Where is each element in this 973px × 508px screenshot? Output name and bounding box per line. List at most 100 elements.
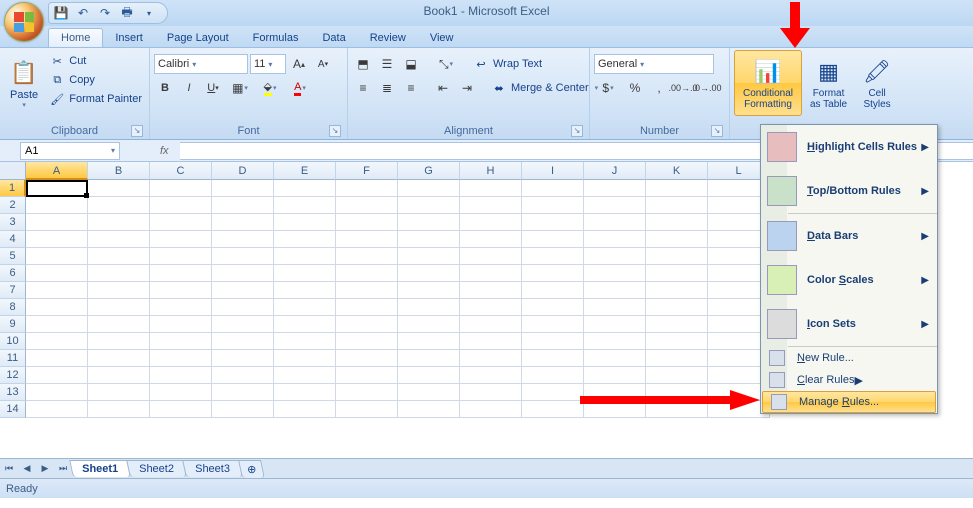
cell[interactable] xyxy=(398,231,460,248)
cell[interactable] xyxy=(150,248,212,265)
underline-button[interactable]: U▾ xyxy=(202,78,224,98)
increase-indent-button[interactable]: ⇥ xyxy=(456,78,478,98)
cell[interactable] xyxy=(398,214,460,231)
column-header[interactable]: F xyxy=(336,162,398,180)
copy-button[interactable]: ⧉Copy xyxy=(46,71,145,89)
number-format-combo[interactable]: General xyxy=(594,54,714,74)
font-launcher[interactable]: ↘ xyxy=(329,125,341,137)
cell[interactable] xyxy=(584,180,646,197)
font-color-button[interactable]: A xyxy=(286,78,314,98)
clipboard-launcher[interactable]: ↘ xyxy=(131,125,143,137)
cell[interactable] xyxy=(150,316,212,333)
cell[interactable] xyxy=(460,350,522,367)
cell[interactable] xyxy=(398,316,460,333)
cell[interactable] xyxy=(460,197,522,214)
cell[interactable] xyxy=(336,316,398,333)
cell[interactable] xyxy=(26,316,88,333)
cell[interactable] xyxy=(646,367,708,384)
cell[interactable] xyxy=(398,180,460,197)
decrease-decimal-button[interactable]: .0→.00 xyxy=(696,78,718,98)
cell[interactable] xyxy=(646,248,708,265)
wrap-text-button[interactable]: ↩Wrap Text xyxy=(470,55,545,73)
column-header[interactable]: A xyxy=(26,162,88,180)
cell[interactable] xyxy=(398,265,460,282)
cell[interactable] xyxy=(26,248,88,265)
comma-button[interactable]: , xyxy=(648,78,670,98)
cell[interactable] xyxy=(584,350,646,367)
cell[interactable] xyxy=(522,350,584,367)
cell[interactable] xyxy=(274,367,336,384)
cell[interactable] xyxy=(336,384,398,401)
cell[interactable] xyxy=(584,333,646,350)
cell[interactable] xyxy=(274,350,336,367)
cell[interactable] xyxy=(398,333,460,350)
shrink-font-button[interactable]: A▾ xyxy=(312,54,334,74)
sheet-tab-3[interactable]: Sheet3 xyxy=(182,460,242,477)
cell[interactable] xyxy=(212,248,274,265)
cell[interactable] xyxy=(274,231,336,248)
cf-menu-item[interactable]: Color Scales▶ xyxy=(761,258,937,302)
name-box[interactable]: A1 xyxy=(20,142,120,160)
cell[interactable] xyxy=(646,197,708,214)
cell[interactable] xyxy=(646,316,708,333)
sheet-tab-2[interactable]: Sheet2 xyxy=(126,460,186,477)
cell[interactable] xyxy=(150,384,212,401)
cell[interactable] xyxy=(88,282,150,299)
cell[interactable] xyxy=(460,384,522,401)
cell[interactable] xyxy=(336,367,398,384)
cell[interactable] xyxy=(522,299,584,316)
row-header[interactable]: 7 xyxy=(0,282,26,299)
conditional-formatting-button[interactable]: 📊 Conditional Formatting xyxy=(734,50,802,116)
cell[interactable] xyxy=(274,333,336,350)
cf-menu-item[interactable]: Clear Rules▶ xyxy=(761,369,937,391)
cell[interactable] xyxy=(26,265,88,282)
cell[interactable] xyxy=(398,299,460,316)
font-size-combo[interactable]: 11 xyxy=(250,54,286,74)
cell[interactable] xyxy=(460,180,522,197)
alignment-launcher[interactable]: ↘ xyxy=(571,125,583,137)
sheet-tab-new[interactable]: ⊕ xyxy=(238,460,265,478)
number-launcher[interactable]: ↘ xyxy=(711,125,723,137)
cell[interactable] xyxy=(460,316,522,333)
cell[interactable] xyxy=(646,231,708,248)
row-header[interactable]: 2 xyxy=(0,197,26,214)
cell[interactable] xyxy=(336,248,398,265)
cf-menu-item[interactable]: Top/Bottom Rules▶ xyxy=(761,169,937,213)
cf-menu-item[interactable]: Data Bars▶ xyxy=(761,214,937,258)
column-header[interactable]: D xyxy=(212,162,274,180)
column-header[interactable]: J xyxy=(584,162,646,180)
cell[interactable] xyxy=(26,214,88,231)
align-top-button[interactable]: ⬒ xyxy=(352,54,374,74)
cell[interactable] xyxy=(398,248,460,265)
cell[interactable] xyxy=(150,299,212,316)
cell[interactable] xyxy=(150,401,212,418)
sheet-tab-1[interactable]: Sheet1 xyxy=(69,460,131,477)
cell[interactable] xyxy=(522,401,584,418)
cell[interactable] xyxy=(398,197,460,214)
cell[interactable] xyxy=(212,180,274,197)
cell[interactable] xyxy=(274,214,336,231)
row-header[interactable]: 1 xyxy=(0,180,26,197)
cell[interactable] xyxy=(460,333,522,350)
cell[interactable] xyxy=(274,265,336,282)
cell[interactable] xyxy=(212,401,274,418)
row-header[interactable]: 12 xyxy=(0,367,26,384)
cell[interactable] xyxy=(522,384,584,401)
undo-icon[interactable]: ↶ xyxy=(75,5,91,21)
cell[interactable] xyxy=(336,333,398,350)
cell[interactable] xyxy=(26,384,88,401)
cell[interactable] xyxy=(26,197,88,214)
align-bottom-button[interactable]: ⬓ xyxy=(400,54,422,74)
cell[interactable] xyxy=(522,231,584,248)
merge-center-button[interactable]: ⬌Merge & Center▾ xyxy=(488,79,601,97)
cell[interactable] xyxy=(460,299,522,316)
cell[interactable] xyxy=(584,231,646,248)
cell[interactable] xyxy=(398,401,460,418)
cell[interactable] xyxy=(584,282,646,299)
row-header[interactable]: 6 xyxy=(0,265,26,282)
cell[interactable] xyxy=(88,367,150,384)
bold-button[interactable]: B xyxy=(154,78,176,98)
cf-menu-item[interactable]: Icon Sets▶ xyxy=(761,302,937,346)
cell[interactable] xyxy=(646,333,708,350)
cell[interactable] xyxy=(398,367,460,384)
